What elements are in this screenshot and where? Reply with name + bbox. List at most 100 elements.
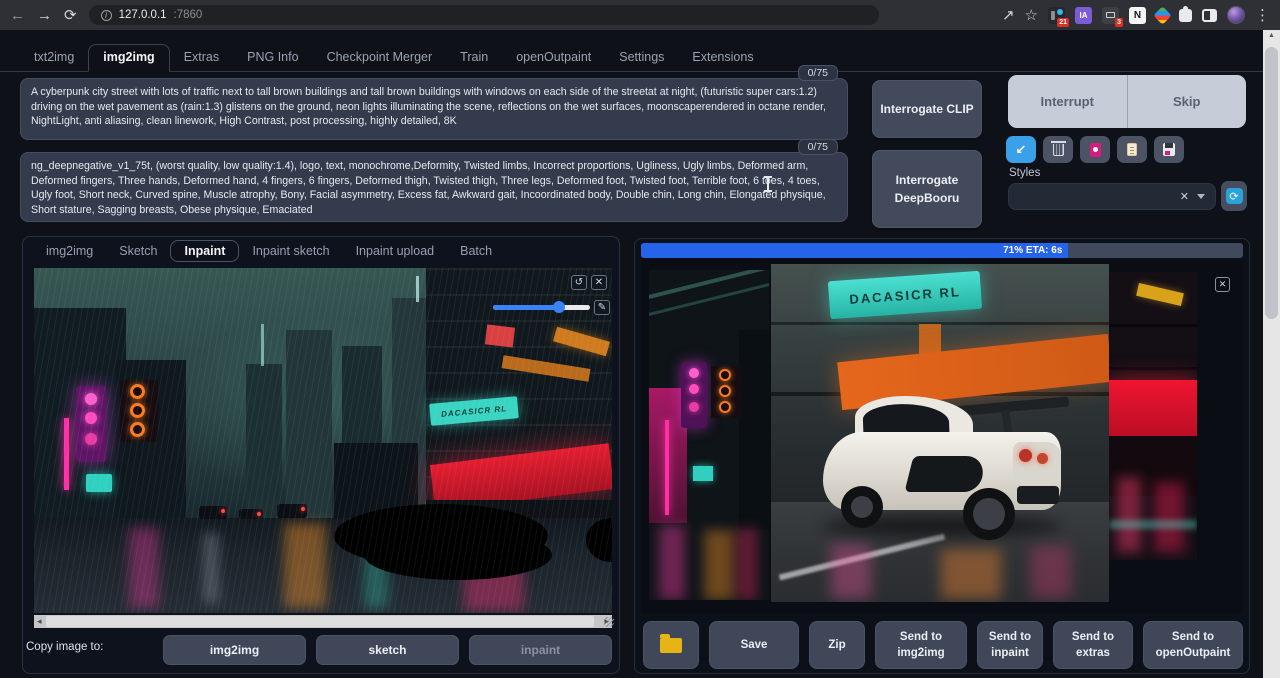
extra-networks-card-icon (1090, 143, 1101, 157)
prompt-textarea[interactable]: A cyberpunk city street with lots of tra… (20, 78, 848, 140)
canvas-undo-button[interactable]: ↺ (571, 275, 587, 290)
arrow-sw-icon: ↙ (1016, 142, 1027, 158)
extension-diamond-icon[interactable] (1153, 6, 1171, 24)
zip-button[interactable]: Zip (809, 621, 865, 669)
skip-button[interactable]: Skip (1128, 75, 1247, 128)
share-icon[interactable]: ↗ (1002, 8, 1015, 23)
inpaint-canvas[interactable]: DACASICR RL ↺ ✕ ✎ (34, 268, 612, 613)
paste-generation-params-button[interactable]: ↙ (1006, 136, 1036, 163)
results-actions-row: Save Zip Send to img2img Send to inpaint… (643, 621, 1243, 669)
refresh-styles-button[interactable]: ⟳ (1221, 181, 1247, 211)
tab-txt2img[interactable]: txt2img (20, 45, 88, 71)
send-to-openoutpaint-button[interactable]: Send to openOutpaint (1143, 621, 1243, 669)
subtab-inpaint[interactable]: Inpaint (170, 240, 239, 262)
chevron-down-icon (1197, 194, 1205, 199)
tab-train[interactable]: Train (446, 45, 502, 71)
gallery-right-image[interactable] (1109, 272, 1197, 560)
tab-extras[interactable]: Extras (170, 45, 233, 71)
save-button[interactable]: Save (709, 621, 799, 669)
extension-capture-icon[interactable]: 3 (1102, 7, 1119, 24)
subtab-sketch[interactable]: Sketch (106, 240, 170, 262)
brush-size-slider[interactable] (493, 305, 590, 310)
interrogate-deepbooru-button[interactable]: Interrogate DeepBooru (872, 150, 982, 228)
prompt-container: 0/75 A cyberpunk city street with lots o… (20, 78, 848, 140)
refresh-icon: ⟳ (1226, 188, 1243, 204)
tab-extensions[interactable]: Extensions (678, 45, 767, 71)
prompt-token-counter: 0/75 (798, 65, 838, 81)
interrupt-skip-group: Interrupt Skip (1008, 75, 1246, 128)
negative-token-counter: 0/75 (798, 139, 838, 155)
extension-notion-icon[interactable]: N (1129, 7, 1146, 24)
copy-to-sketch-button[interactable]: sketch (316, 635, 459, 665)
tab-settings[interactable]: Settings (605, 45, 678, 71)
send-to-inpaint-button[interactable]: Send to inpaint (977, 621, 1043, 669)
clear-prompt-button[interactable] (1043, 136, 1073, 163)
tab-img2img[interactable]: img2img (88, 44, 169, 72)
output-gallery[interactable]: DACASICR RL (641, 260, 1243, 613)
slider-thumb[interactable] (553, 301, 565, 313)
subtab-inpaint-sketch[interactable]: Inpaint sketch (239, 240, 342, 262)
trash-icon (1053, 144, 1064, 156)
preview-teal-sign: DACASICR RL (828, 271, 982, 320)
address-bar[interactable]: i 127.0.0.1 :7860 (89, 5, 879, 25)
extensions-puzzle-icon[interactable] (1179, 9, 1192, 22)
results-panel: 71% ETA: 6s DACASICR RL (634, 238, 1250, 674)
tab-checkpoint-merger[interactable]: Checkpoint Merger (313, 45, 447, 71)
side-panel-icon[interactable] (1202, 9, 1217, 22)
open-folder-button[interactable] (643, 621, 699, 669)
reload-icon[interactable]: ⟳ (64, 8, 77, 23)
save-style-button[interactable] (1154, 136, 1184, 163)
img2img-mode-tabs: img2img Sketch Inpaint Inpaint sketch In… (33, 240, 505, 262)
canvas-h-scrollbar[interactable]: ◂ ▸ (34, 615, 612, 628)
progress-fill: 71% ETA: 6s (641, 243, 1068, 258)
forward-icon[interactable]: → (37, 8, 52, 23)
apply-styles-button[interactable] (1117, 136, 1147, 163)
bookmark-star-icon[interactable]: ☆ (1025, 8, 1038, 23)
extension-badge: 21 (1057, 18, 1069, 27)
copy-to-inpaint-button[interactable]: inpaint (469, 635, 612, 665)
browser-menu-icon[interactable]: ⋮ (1255, 8, 1270, 23)
interrogate-clip-button[interactable]: Interrogate CLIP (872, 80, 982, 138)
scene-rain-overlay (34, 268, 612, 613)
negative-prompt-textarea[interactable]: ng_deepnegative_v1_75t, (worst quality, … (20, 152, 848, 222)
gallery-close-button[interactable]: ✕ (1215, 277, 1230, 292)
canvas-clear-button[interactable]: ✕ (591, 275, 607, 290)
brush-tool-button[interactable]: ✎ (594, 300, 610, 315)
subtab-batch[interactable]: Batch (447, 240, 505, 262)
live-preview-image[interactable]: DACASICR RL (771, 264, 1109, 602)
main-tabbar: txt2img img2img Extras PNG Info Checkpoi… (0, 44, 1263, 72)
clipboard-icon (1127, 143, 1137, 156)
send-to-img2img-button[interactable]: Send to img2img (875, 621, 967, 669)
subtab-img2img[interactable]: img2img (33, 240, 106, 262)
send-to-extras-button[interactable]: Send to extras (1053, 621, 1133, 669)
scroll-left-arrow-icon[interactable]: ◂ (37, 616, 42, 627)
page-scrollbar[interactable]: ▲ (1263, 30, 1280, 678)
subtab-inpaint-upload[interactable]: Inpaint upload (343, 240, 448, 262)
browser-actions: ↗ ☆ 21 IA 3 N ⋮ (1002, 6, 1270, 24)
url-port: :7860 (174, 9, 203, 21)
generation-progress-bar: 71% ETA: 6s (641, 243, 1243, 258)
scroll-up-arrow-icon[interactable]: ▲ (1263, 30, 1280, 39)
page-scrollbar-thumb[interactable] (1265, 47, 1278, 319)
tab-openoutpaint[interactable]: openOutpaint (502, 45, 605, 71)
site-info-icon[interactable]: i (101, 10, 112, 21)
url-host: 127.0.0.1 (119, 9, 167, 21)
interrupt-button[interactable]: Interrupt (1008, 75, 1127, 128)
clear-selection-icon[interactable]: ✕ (1180, 190, 1189, 203)
styles-dropdown[interactable]: ✕ (1008, 183, 1216, 210)
img2img-source-panel: img2img Sketch Inpaint Inpaint sketch In… (22, 236, 620, 674)
prompt-tools-row: ↙ (1006, 136, 1184, 163)
canvas-h-scrollbar-thumb[interactable] (46, 616, 594, 627)
profile-avatar[interactable] (1227, 6, 1245, 24)
gallery-left-image[interactable] (649, 270, 769, 600)
copy-to-img2img-button[interactable]: img2img (163, 635, 306, 665)
extension-badge: 3 (1115, 18, 1123, 27)
tab-png-info[interactable]: PNG Info (233, 45, 312, 71)
scroll-right-arrow-icon[interactable]: ▸ (604, 616, 609, 627)
copy-image-to-label: Copy image to: (26, 641, 103, 653)
text-cursor (767, 176, 769, 192)
back-icon[interactable]: ← (10, 8, 25, 23)
extension-sider-icon[interactable]: 21 (1048, 7, 1065, 24)
extra-networks-button[interactable] (1080, 136, 1110, 163)
extension-ia-icon[interactable]: IA (1075, 7, 1092, 24)
